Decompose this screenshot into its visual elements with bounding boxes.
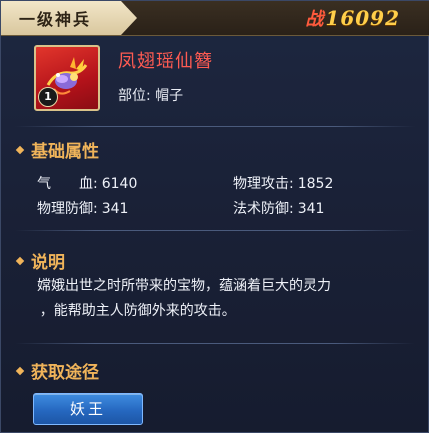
diamond-bullet-icon: [15, 366, 25, 376]
divider: [15, 343, 415, 344]
stat-label: 物理攻击:: [233, 176, 294, 192]
section-basic-attributes: 基础属性: [15, 137, 99, 162]
tier-label: 一级神兵: [1, 1, 137, 35]
stat-physical-defense: 物理防御: 341: [37, 198, 128, 218]
section-title-acquisition: 获取途径: [31, 363, 99, 383]
description-line: ，能帮助主人防御外来的攻击。: [39, 303, 236, 319]
diamond-bullet-icon: [15, 145, 25, 155]
stat-magic-defense: 法术防御: 341: [233, 198, 324, 218]
stat-label: 物理防御:: [37, 201, 98, 217]
combat-power: 战 16092: [305, 5, 400, 31]
section-title-basic-attributes: 基础属性: [31, 142, 99, 162]
combat-power-icon: 战: [305, 9, 324, 30]
section-title-description: 说明: [31, 253, 65, 273]
divider: [15, 230, 415, 231]
stat-value: 341: [101, 201, 129, 217]
stat-value: 1852: [297, 176, 334, 192]
stat-value: 6140: [101, 176, 138, 192]
diamond-bullet-icon: [15, 256, 25, 266]
tooltip-header: 一级神兵 战 16092: [1, 1, 429, 36]
stat-value: 341: [297, 201, 325, 217]
stat-physical-attack: 物理攻击: 1852: [233, 173, 333, 193]
item-icon-frame[interactable]: 1: [34, 45, 100, 111]
item-description: 嫦娥出世之时所带来的宝物，蕴涵着巨大的灵力 ，能帮助主人防御外来的攻击。: [37, 274, 407, 324]
stat-label: 法术防御:: [233, 201, 294, 217]
item-tooltip-panel: 一级神兵 战 16092 1 凤翅瑶仙簪 部位: 帽子 基础属性 气 血: 614…: [0, 0, 429, 433]
item-slot: 部位: 帽子: [118, 85, 183, 105]
divider: [15, 126, 415, 127]
section-acquisition: 获取途径: [15, 358, 99, 383]
combat-power-value: 16092: [325, 6, 400, 30]
stat-hp: 气 血: 6140: [37, 173, 137, 193]
item-slot-label: 部位:: [118, 88, 151, 104]
stat-label: 气 血:: [37, 176, 98, 192]
item-name: 凤翅瑶仙簪: [118, 51, 213, 72]
source-button-yaowang[interactable]: 妖王: [33, 393, 143, 425]
description-line: 嫦娥出世之时所带来的宝物，蕴涵着巨大的灵力: [37, 278, 331, 294]
item-quality-badge: 1: [38, 87, 58, 107]
section-description: 说明: [15, 248, 65, 273]
item-slot-value: 帽子: [155, 88, 184, 104]
